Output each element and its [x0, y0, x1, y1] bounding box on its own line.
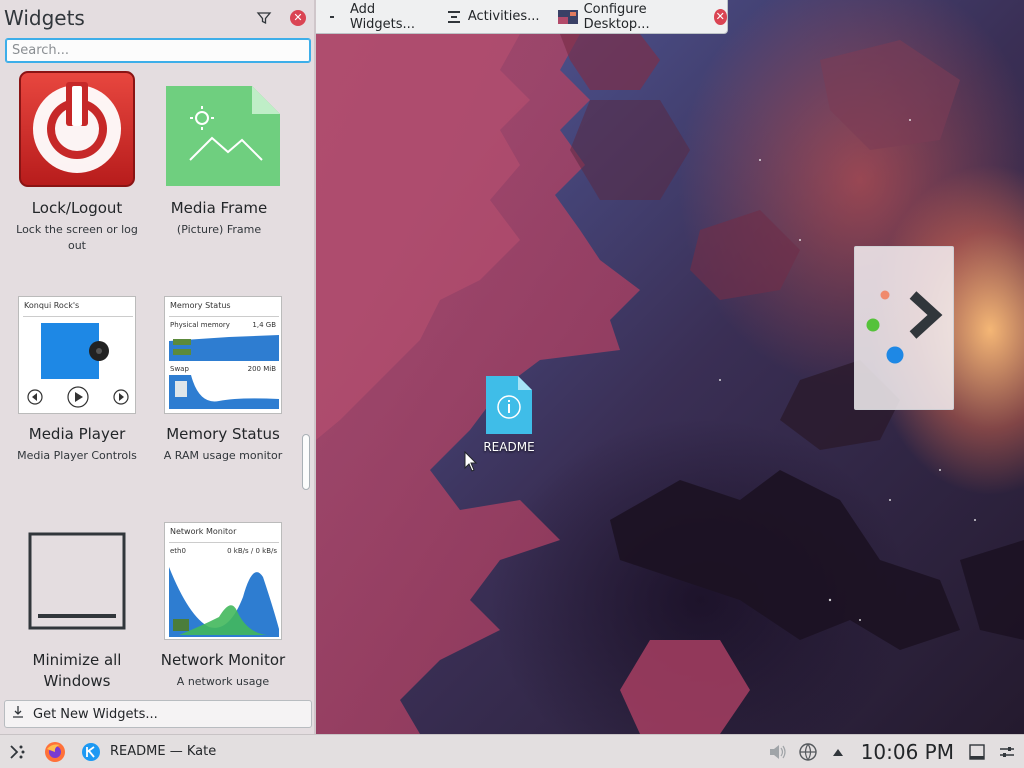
widget-explorer: Widgets ✕ Lock/Logout Lock the screen or… [0, 0, 316, 734]
panel-settings-icon[interactable] [996, 741, 1018, 763]
network-monitor-preview: Network Monitor eth0 0 kB/s / 0 kB/s [164, 522, 282, 640]
volume-icon[interactable] [767, 741, 789, 763]
task-title: README — Kate [110, 744, 217, 759]
widget-item-minimize-all[interactable]: Minimize all Windows [0, 516, 146, 698]
get-new-widgets-label: Get New Widgets... [33, 706, 158, 722]
add-icon [330, 9, 344, 25]
panel-title: Widgets [4, 6, 85, 30]
swap-graph [169, 375, 279, 409]
filter-icon[interactable] [256, 10, 274, 26]
widget-name: Media Player [28, 425, 126, 443]
clock[interactable]: 10:06 PM [861, 740, 954, 764]
media-player-preview: Konqui Rock's [18, 296, 136, 414]
memory-status-preview: Memory Status Physical memory 1,4 GB Swa… [164, 296, 282, 414]
playback-controls-icon [27, 386, 129, 408]
taskbar-task-kate[interactable]: README — Kate [74, 737, 222, 767]
media-frame-icon [166, 86, 280, 186]
application-launcher-icon[interactable] [6, 741, 28, 763]
add-widgets-label: Add Widgets... [350, 1, 415, 32]
tray-expand-icon[interactable] [827, 741, 849, 763]
physical-memory-label: Physical memory [170, 321, 230, 329]
swap-value: 200 MiB [247, 365, 276, 373]
network-icon[interactable] [797, 741, 819, 763]
mouse-cursor-icon [464, 451, 478, 472]
lock-logout-icon [18, 70, 136, 188]
widget-item-network-monitor[interactable]: Network Monitor eth0 0 kB/s / 0 kB/s Net… [146, 516, 292, 698]
widget-description: Lock the screen or log out [16, 223, 138, 252]
physical-memory-value: 1,4 GB [252, 321, 276, 329]
album-art-icon [41, 323, 109, 379]
close-panel-icon[interactable]: ✕ [290, 10, 306, 26]
wallpaper-preview-icon [557, 9, 578, 25]
preview-title: Network Monitor [170, 527, 237, 536]
widget-item-media-player[interactable]: Konqui Rock's Media Player Media Player … [0, 290, 146, 490]
search-input[interactable] [5, 38, 311, 63]
widget-name: Network Monitor [160, 651, 286, 669]
rate-label: 0 kB/s / 0 kB/s [227, 547, 277, 555]
download-icon [11, 705, 25, 723]
firefox-icon[interactable] [44, 741, 66, 763]
widget-description: Media Player Controls [17, 449, 137, 462]
widget-item-memory-status[interactable]: Memory Status Physical memory 1,4 GB Swa… [146, 290, 292, 490]
widget-grid: Lock/Logout Lock the screen or log out M… [0, 64, 300, 698]
widget-name: Memory Status [166, 425, 280, 443]
taskbar: README — Kate 10:06 PM [0, 734, 1024, 768]
system-tray: 10:06 PM [767, 735, 1024, 768]
ram-graph [169, 335, 279, 361]
close-toolbar-icon[interactable]: ✕ [713, 8, 727, 25]
widget-item-lock-logout[interactable]: Lock/Logout Lock the screen or log out [0, 64, 146, 264]
network-graph [169, 567, 279, 637]
minimize-all-icon [28, 532, 126, 630]
side-widget-preview[interactable] [854, 246, 954, 410]
widget-description: A RAM usage monitor [163, 449, 283, 462]
activities-label: Activities... [467, 9, 540, 24]
widget-list-scrollbar[interactable] [302, 434, 310, 490]
text-file-icon [486, 376, 532, 434]
preview-title: Konqui Rock's [24, 301, 80, 310]
activities-icon [446, 9, 462, 25]
get-new-widgets-button[interactable]: Get New Widgets... [4, 700, 312, 728]
desktop-icon-readme[interactable]: README [472, 376, 546, 454]
widget-item-media-frame[interactable]: Media Frame (Picture) Frame [146, 64, 292, 264]
swap-label: Swap [170, 365, 189, 373]
preview-title: Memory Status [170, 301, 231, 310]
widget-description: (Picture) Frame [176, 223, 262, 236]
widget-name: Lock/Logout [31, 199, 123, 217]
readme-label: README [483, 440, 535, 454]
activities-button[interactable]: Activities... [440, 4, 546, 30]
configure-desktop-label: Configure Desktop... [583, 1, 650, 32]
widget-placeholder-graphic [866, 290, 943, 364]
configure-desktop-button[interactable]: Configure Desktop... [552, 1, 698, 32]
desktop-toolbar: Add Widgets... Activities... Configure D… [316, 0, 728, 34]
widget-name: Media Frame [170, 199, 268, 217]
interface-label: eth0 [170, 547, 186, 555]
show-desktop-icon[interactable] [966, 741, 988, 763]
widget-description: A network usage [176, 675, 270, 688]
kate-icon [80, 741, 102, 763]
widget-name: Minimize all Windows [32, 651, 122, 690]
add-widgets-button[interactable]: Add Widgets... [324, 1, 434, 32]
